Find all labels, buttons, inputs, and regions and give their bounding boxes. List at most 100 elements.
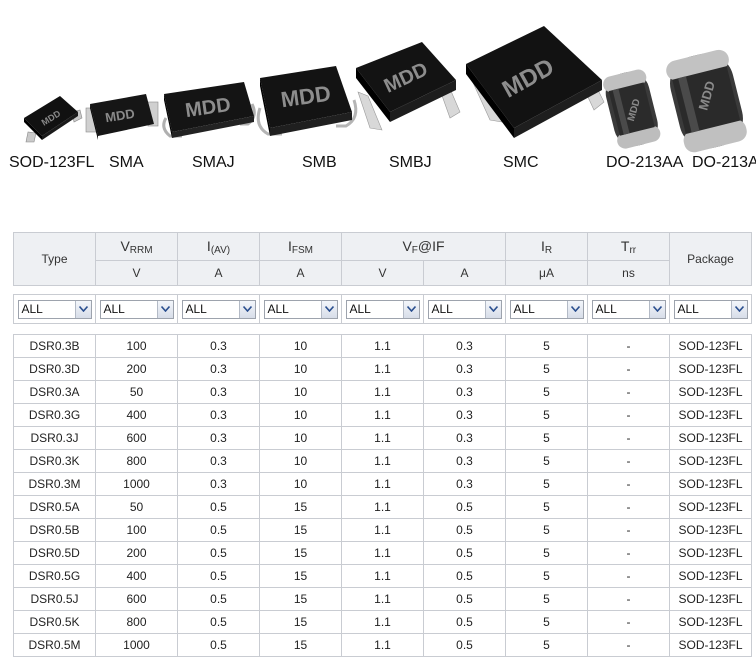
cell-package: SOD-123FL — [669, 426, 752, 450]
filter-type-select[interactable]: ALL — [17, 299, 92, 319]
cell-type[interactable]: DSR0.5G — [13, 564, 96, 588]
cell-package: SOD-123FL — [669, 587, 752, 611]
cell-vf-v: 1.1 — [341, 472, 424, 496]
package-smc[interactable]: MDD SMC — [462, 0, 605, 180]
cell-ir: 5 — [505, 587, 588, 611]
cell-iav: 0.5 — [177, 564, 260, 588]
cell-vrrm: 600 — [95, 587, 178, 611]
cell-type[interactable]: DSR0.3J — [13, 426, 96, 450]
cell-vf-a: 0.3 — [423, 426, 506, 450]
package-smaj[interactable]: MDD SMAJ — [160, 0, 260, 180]
cell-vf-a: 0.5 — [423, 495, 506, 519]
table-row[interactable]: DSR0.3B 100 0.3 10 1.1 0.3 5- SOD-123FL — [13, 334, 752, 358]
filter-trr-select[interactable]: ALL — [591, 299, 666, 319]
filter-package-select[interactable]: ALL — [673, 299, 748, 319]
cell-vf-a: 0.3 — [423, 380, 506, 404]
filter-vf-v-select[interactable]: ALL — [345, 299, 420, 319]
cell-type[interactable]: DSR0.3D — [13, 357, 96, 381]
table-row[interactable]: DSR0.3M 1000 0.3 10 1.1 0.3 5- SOD-123FL — [13, 472, 752, 496]
table-row[interactable]: DSR0.3K 800 0.3 10 1.1 0.3 5- SOD-123FL — [13, 449, 752, 473]
cell-type[interactable]: DSR0.5A — [13, 495, 96, 519]
package-smb[interactable]: MDD SMB — [256, 0, 358, 180]
cell-vrrm: 50 — [95, 495, 178, 519]
cell-vf-v: 1.1 — [341, 403, 424, 427]
cell-trr: - — [587, 564, 670, 588]
filter-vf-a-select[interactable]: ALL — [427, 299, 502, 319]
cell-vrrm: 800 — [95, 610, 178, 634]
cell-vf-v: 1.1 — [341, 357, 424, 381]
sma-chip-image: MDD — [85, 94, 159, 140]
filter-vrrm-select[interactable]: ALL — [99, 299, 174, 319]
col-header-type[interactable]: Type — [13, 232, 96, 286]
filter-row: ALL ALL ALL ALL ALL ALL ALL ALL ALL — [13, 294, 752, 324]
cell-ifsm: 10 — [259, 472, 342, 496]
cell-trr: - — [587, 587, 670, 611]
table-row[interactable]: DSR0.3G 400 0.3 10 1.1 0.3 5- SOD-123FL — [13, 403, 752, 427]
package-sma[interactable]: MDD SMA — [82, 0, 162, 180]
cell-vf-a: 0.5 — [423, 633, 506, 657]
package-label: SMA — [109, 154, 144, 171]
col-header-ifsm[interactable]: IFSM — [259, 232, 342, 261]
col-header-ir[interactable]: IR — [505, 232, 588, 261]
table-row[interactable]: DSR0.5K 800 0.5 15 1.1 0.5 5- SOD-123FL — [13, 610, 752, 634]
cell-package: SOD-123FL — [669, 472, 752, 496]
table-row[interactable]: DSR0.3A 50 0.3 10 1.1 0.3 5- SOD-123FL — [13, 380, 752, 404]
cell-iav: 0.3 — [177, 449, 260, 473]
cell-type[interactable]: DSR0.3B — [13, 334, 96, 358]
filter-ifsm-select[interactable]: ALL — [263, 299, 338, 319]
col-header-vf[interactable]: VF@IF — [341, 232, 506, 261]
cell-ir: 5 — [505, 403, 588, 427]
cell-ifsm: 10 — [259, 449, 342, 473]
cell-trr: - — [587, 334, 670, 358]
cell-vf-v: 1.1 — [341, 564, 424, 588]
chevron-down-icon — [566, 300, 583, 318]
cell-type[interactable]: DSR0.3A — [13, 380, 96, 404]
filter-iav-select[interactable]: ALL — [181, 299, 256, 319]
cell-type[interactable]: DSR0.3G — [13, 403, 96, 427]
unit-ir: μA — [505, 260, 588, 286]
table-row[interactable]: DSR0.5J 600 0.5 15 1.1 0.5 5- SOD-123FL — [13, 587, 752, 611]
cell-type[interactable]: DSR0.5J — [13, 587, 96, 611]
cell-vf-v: 1.1 — [341, 380, 424, 404]
col-header-vrrm[interactable]: VRRM — [95, 232, 178, 261]
table-row[interactable]: DSR0.5G 400 0.5 15 1.1 0.5 5- SOD-123FL — [13, 564, 752, 588]
package-smbj[interactable]: MDD SMBJ — [352, 0, 464, 180]
cell-type[interactable]: DSR0.5M — [13, 633, 96, 657]
table-row[interactable]: DSR0.3J 600 0.3 10 1.1 0.3 5- SOD-123FL — [13, 426, 752, 450]
chevron-down-icon — [730, 300, 747, 318]
table-row[interactable]: DSR0.5A 50 0.5 15 1.1 0.5 5- SOD-123FL — [13, 495, 752, 519]
cell-type[interactable]: DSR0.5D — [13, 541, 96, 565]
table-row[interactable]: DSR0.3D 200 0.3 10 1.1 0.3 5- SOD-123FL — [13, 357, 752, 381]
table-row[interactable]: DSR0.5M 1000 0.5 15 1.1 0.5 5- SOD-123FL — [13, 633, 752, 657]
cell-vf-v: 1.1 — [341, 449, 424, 473]
cell-ir: 5 — [505, 518, 588, 542]
cell-vf-v: 1.1 — [341, 541, 424, 565]
cell-vf-a: 0.3 — [423, 403, 506, 427]
cell-iav: 0.3 — [177, 357, 260, 381]
cell-ir: 5 — [505, 334, 588, 358]
package-label: DO-213AB — [692, 154, 756, 171]
cell-type[interactable]: DSR0.3K — [13, 449, 96, 473]
table-row[interactable]: DSR0.5D 200 0.5 15 1.1 0.5 5- SOD-123FL — [13, 541, 752, 565]
cell-type[interactable]: DSR0.5B — [13, 518, 96, 542]
package-do213ab[interactable]: MDD DO-213AB — [661, 0, 756, 180]
col-header-package[interactable]: Package — [669, 232, 752, 286]
cell-type[interactable]: DSR0.5K — [13, 610, 96, 634]
cell-type[interactable]: DSR0.3M — [13, 472, 96, 496]
cell-trr: - — [587, 610, 670, 634]
cell-vf-a: 0.3 — [423, 472, 506, 496]
col-header-trr[interactable]: Trr — [587, 232, 670, 261]
col-header-iav[interactable]: I(AV) — [177, 232, 260, 261]
cell-trr: - — [587, 541, 670, 565]
filter-ir-select[interactable]: ALL — [509, 299, 584, 319]
cell-ir: 5 — [505, 633, 588, 657]
cell-vf-a: 0.3 — [423, 449, 506, 473]
chevron-down-icon — [320, 300, 337, 318]
table-row[interactable]: DSR0.5B 100 0.5 15 1.1 0.5 5- SOD-123FL — [13, 518, 752, 542]
cell-iav: 0.3 — [177, 426, 260, 450]
cell-package: SOD-123FL — [669, 334, 752, 358]
package-label: SMC — [503, 154, 539, 171]
cell-ir: 5 — [505, 541, 588, 565]
cell-package: SOD-123FL — [669, 610, 752, 634]
package-label: SMB — [302, 154, 337, 171]
